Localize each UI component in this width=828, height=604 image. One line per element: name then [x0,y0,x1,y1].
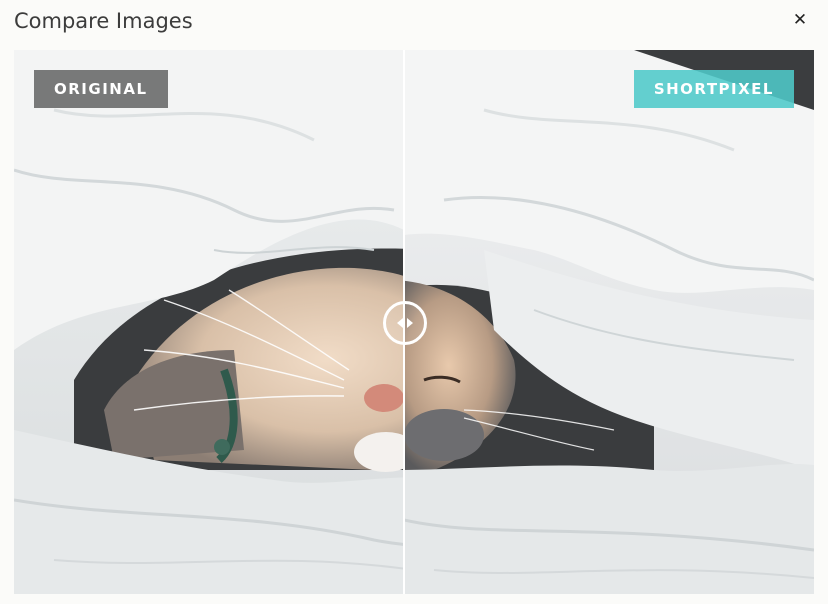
compare-images-dialog: Compare Images ✕ ORIGINAL SHORTPIXEL [0,0,828,604]
compare-arrows-icon[interactable] [383,301,427,345]
arrow-right-icon [407,318,413,328]
close-icon[interactable]: ✕ [790,10,810,30]
original-image [14,50,404,594]
dialog-title: Compare Images [14,9,193,33]
original-label: ORIGINAL [34,70,168,108]
arrow-left-icon [397,318,403,328]
comparison-stage[interactable]: ORIGINAL SHORTPIXEL [14,50,814,594]
shortpixel-image-pane [404,50,814,594]
shortpixel-label: SHORTPIXEL [633,70,794,108]
original-image-pane [14,50,404,594]
shortpixel-image [404,50,814,594]
